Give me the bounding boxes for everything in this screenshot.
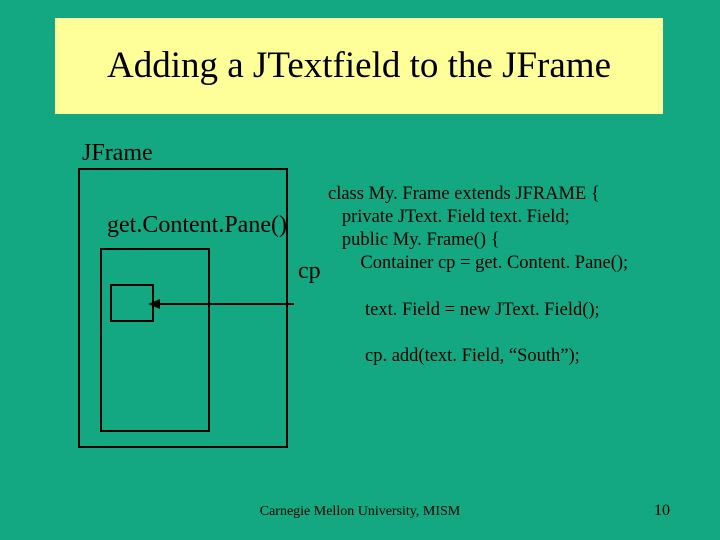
label-cp: cp (298, 258, 321, 285)
code-line: private JText. Field text. Field; (328, 207, 570, 227)
footer-text: Carnegie Mellon University, MISM (0, 504, 720, 520)
slide-title-box: Adding a JTextfield to the JFrame (55, 18, 663, 114)
arrow-line (154, 303, 294, 305)
code-line: cp. add(text. Field, “South”); (328, 346, 580, 366)
code-line: text. Field = new JText. Field(); (328, 300, 600, 320)
page-number: 10 (654, 502, 670, 520)
label-getcontentpane: get.Content.Pane() (107, 212, 287, 239)
code-block: class My. Frame extends JFRAME { private… (328, 183, 628, 368)
code-line: public My. Frame() { (328, 230, 500, 250)
diagram-inner-rect (100, 248, 210, 432)
code-line: Container cp = get. Content. Pane(); (328, 253, 628, 273)
label-jframe: JFrame (82, 140, 153, 167)
slide-title: Adding a JTextfield to the JFrame (107, 44, 611, 88)
arrow-head-icon (148, 299, 160, 309)
code-line: class My. Frame extends JFRAME { (328, 184, 600, 204)
